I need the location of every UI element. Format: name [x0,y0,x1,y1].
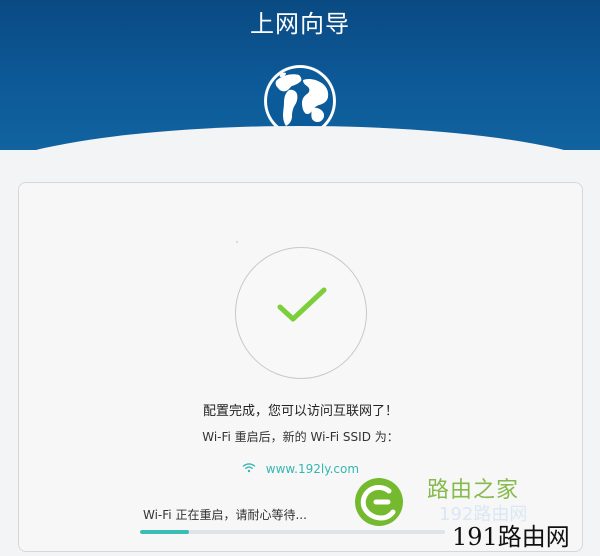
success-indicator [235,247,367,379]
watermark-brand: 路由之家 [427,478,520,503]
decorative-dot [236,241,238,243]
watermark-site-text: 191路由网 [452,523,570,551]
watermark: 路由之家 192路由网 191路由网 [353,474,600,556]
ssid-description: Wi-Fi 重启后，新的 Wi-Fi SSID 为： [202,430,399,444]
brand-logo-icon [355,478,403,526]
page-title: 上网向导 [250,10,350,38]
check-icon [277,287,327,322]
completion-message: 配置完成，您可以访问互联网了！ [202,404,398,419]
wifi-icon [242,460,256,478]
restart-progress-fill [140,530,189,534]
header-curve [0,126,600,150]
restart-status: Wi-Fi 正在重启，请耐心等待... [143,508,307,522]
ssid-value: www.192ly.com [265,462,360,476]
wizard-header: 上网向导 [0,0,600,150]
